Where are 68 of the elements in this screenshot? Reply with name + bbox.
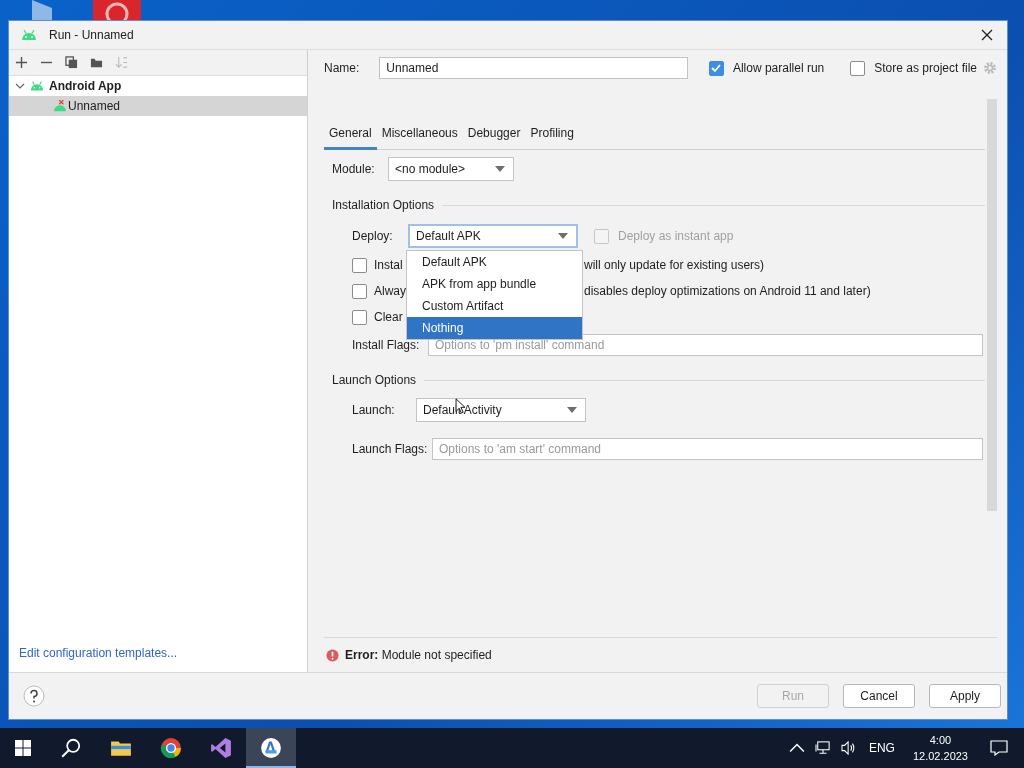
launch-dropdown[interactable]: Default Activity (416, 398, 586, 422)
language-indicator[interactable]: ENG (868, 741, 895, 755)
help-icon[interactable] (23, 685, 45, 707)
android-icon (21, 29, 37, 41)
scrollbar[interactable] (987, 99, 997, 511)
checkbox[interactable] (352, 283, 367, 299)
search-icon[interactable] (60, 737, 82, 759)
install-flags-label: Install Flags: (352, 338, 421, 352)
tab[interactable]: Profiling (525, 120, 579, 150)
checkbox-label: Clear (374, 310, 404, 324)
clock-date[interactable]: 12.02.2023 (912, 748, 968, 764)
windows-start-icon[interactable] (15, 740, 31, 756)
section-heading: Launch Options (332, 373, 417, 387)
desktop-icon[interactable] (93, 0, 141, 20)
checkbox-label: Deploy as instant app (618, 229, 734, 243)
launch-flags-field[interactable]: Options to 'am start' command (432, 438, 983, 460)
dialog-button[interactable]: Apply (929, 684, 1001, 708)
checkbox-label: Alway (374, 284, 404, 298)
caret-icon (567, 407, 577, 413)
checkbox-label: Instal (374, 258, 404, 272)
chevron-up-icon[interactable] (788, 741, 805, 755)
taskbar-app[interactable] (246, 728, 296, 768)
error-message: Error: Module not specified (345, 648, 492, 662)
notifications-icon[interactable] (990, 740, 1008, 756)
tab[interactable]: Miscellaneous (376, 120, 463, 150)
checkbox-label: disables deploy optimizations on Android 11 and later) (584, 284, 871, 298)
launch-label: Launch: (352, 403, 396, 417)
volume-icon[interactable] (840, 741, 857, 755)
tab[interactable]: General (324, 120, 377, 150)
install-flags-field[interactable]: Options to 'pm install' command (428, 334, 983, 356)
module-label: Module: (332, 162, 376, 176)
android-icon (30, 80, 44, 92)
section-heading: Installation Options (332, 198, 435, 212)
menu-item[interactable]: APK from app bundle (407, 273, 582, 295)
checkbox-label: will only update for existing users) (584, 258, 765, 272)
add-icon[interactable] (15, 56, 28, 69)
menu-item[interactable]: Nothing (407, 317, 582, 339)
clock-time[interactable]: 4:00 (929, 732, 952, 748)
tree-item[interactable]: Android App (9, 76, 307, 96)
templates-link[interactable]: Edit configuration templates... (9, 646, 307, 672)
checkbox[interactable] (352, 309, 367, 325)
compass-icon[interactable] (260, 737, 282, 759)
checkbox-label: Allow parallel run (732, 61, 825, 75)
tab[interactable]: Debugger (462, 120, 526, 150)
deploy-label: Deploy: (352, 229, 394, 243)
checkbox[interactable] (850, 60, 866, 76)
window-title: Run - Unnamed (49, 28, 134, 42)
folder-icon[interactable] (90, 56, 103, 69)
name-label: Name: (324, 61, 360, 75)
menu-item[interactable]: Default APK (407, 251, 582, 273)
browser-icon[interactable] (160, 737, 182, 759)
checkbox-label: Store as project file (874, 61, 977, 75)
checkbox[interactable] (708, 60, 724, 76)
caret-icon (495, 166, 505, 172)
name-field[interactable]: Unnamed (379, 57, 689, 79)
close-icon[interactable] (981, 29, 993, 41)
error-icon (326, 648, 339, 662)
copy-icon[interactable] (65, 56, 78, 69)
caret-icon (558, 233, 568, 239)
dialog-button[interactable]: Cancel (843, 684, 915, 708)
chevron-icon[interactable] (15, 81, 25, 91)
module-dropdown[interactable]: <no module> (388, 157, 514, 181)
tree-item[interactable]: Unnamed (9, 96, 307, 116)
menu-item[interactable]: Custom Artifact (407, 295, 582, 317)
network-icon[interactable] (814, 741, 831, 755)
launch-flags-label: Launch Flags: (352, 442, 426, 456)
checkbox[interactable] (352, 257, 367, 273)
ribbon-icon[interactable] (210, 737, 232, 759)
